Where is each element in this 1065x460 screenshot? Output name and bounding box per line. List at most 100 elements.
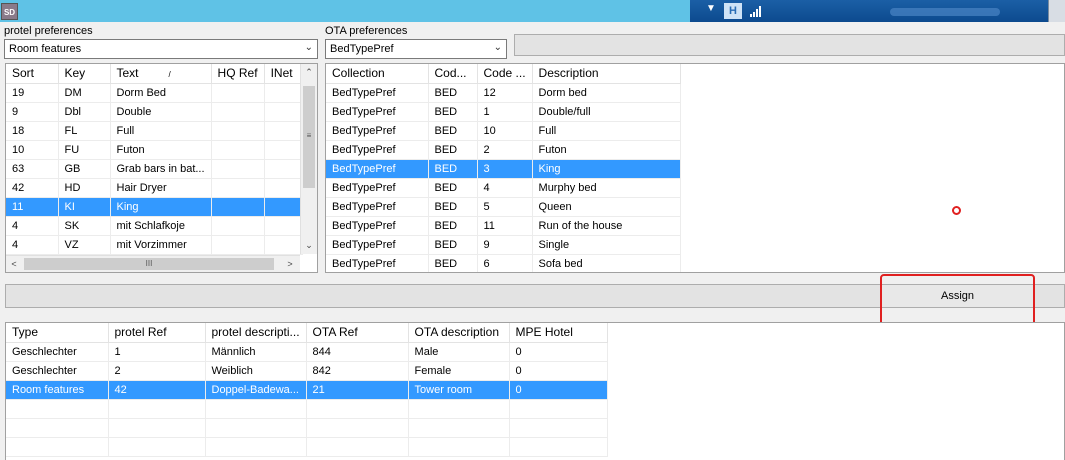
table-cell[interactable]: Doppel-Badewa... — [205, 380, 307, 400]
table-cell[interactable] — [211, 159, 265, 179]
table-row[interactable]: Room features 42 Doppel-Badewa... 21 Tower r… — [6, 380, 608, 400]
show-desktop-button[interactable] — [1048, 0, 1065, 22]
table-cell[interactable]: BedTypePref — [326, 235, 429, 255]
table-cell[interactable]: BedTypePref — [326, 216, 429, 236]
table-row[interactable]: 9 Dbl Double — [6, 102, 303, 122]
protel-grid[interactable]: Sort Key Text / HQ Ref INet 19 DM Dorm Bed 9 Dbl D… — [5, 63, 318, 273]
table-row[interactable]: Geschlechter 1 Männlich 844 Male 0 — [6, 342, 608, 362]
table-row[interactable] — [6, 418, 608, 438]
table-cell[interactable]: 42 — [108, 380, 206, 400]
table-cell[interactable]: Dorm Bed — [110, 83, 212, 103]
table-cell[interactable] — [264, 235, 303, 255]
table-row[interactable] — [6, 437, 608, 457]
table-cell[interactable]: Dbl — [58, 102, 111, 122]
table-cell[interactable]: Murphy bed — [532, 178, 681, 198]
table-cell[interactable]: 9 — [477, 235, 533, 255]
table-cell[interactable]: 9 — [6, 102, 59, 122]
table-cell[interactable]: DM — [58, 83, 111, 103]
table-cell[interactable]: Full — [532, 121, 681, 141]
table-row[interactable]: BedTypePref BED 12 Dorm bed — [326, 83, 681, 103]
table-cell-empty[interactable] — [6, 399, 109, 419]
column-header[interactable]: MPE Hotel — [509, 323, 608, 343]
table-cell[interactable]: Geschlechter — [6, 361, 109, 381]
ota-filter-field[interactable] — [514, 34, 1065, 56]
scroll-right-icon[interactable]: > — [282, 256, 298, 273]
protel-horizontal-scrollbar[interactable]: < III > — [6, 255, 300, 272]
table-cell[interactable]: 42 — [6, 178, 59, 198]
table-cell[interactable]: 11 — [6, 197, 59, 217]
table-cell[interactable]: Double/full — [532, 102, 681, 122]
table-row[interactable]: 19 DM Dorm Bed — [6, 83, 303, 103]
table-cell[interactable]: BedTypePref — [326, 102, 429, 122]
table-cell-empty[interactable] — [205, 418, 307, 438]
table-cell-empty[interactable] — [408, 418, 510, 438]
table-cell[interactable]: 842 — [306, 361, 409, 381]
table-cell[interactable] — [264, 197, 303, 217]
column-header[interactable]: Type — [6, 323, 109, 343]
scroll-thumb[interactable]: ≡ — [303, 86, 315, 188]
table-cell-empty[interactable] — [205, 399, 307, 419]
tray-app-icon[interactable]: H — [724, 3, 742, 19]
table-cell[interactable]: BED — [428, 178, 478, 198]
column-header[interactable]: Code ... — [477, 64, 533, 84]
column-header[interactable]: OTA description — [408, 323, 510, 343]
table-row[interactable] — [6, 399, 608, 419]
table-cell[interactable]: BED — [428, 102, 478, 122]
table-cell[interactable]: GB — [58, 159, 111, 179]
app-icon[interactable]: SD — [1, 3, 18, 20]
table-cell[interactable]: Männlich — [205, 342, 307, 362]
table-cell[interactable]: 11 — [477, 216, 533, 236]
scroll-up-icon[interactable]: ⌃ — [301, 64, 317, 81]
table-cell[interactable]: BedTypePref — [326, 178, 429, 198]
table-cell[interactable] — [211, 121, 265, 141]
table-cell[interactable]: BedTypePref — [326, 121, 429, 141]
table-cell[interactable]: BED — [428, 216, 478, 236]
table-cell[interactable]: 18 — [6, 121, 59, 141]
table-cell[interactable] — [211, 197, 265, 217]
table-cell[interactable] — [211, 140, 265, 160]
table-cell[interactable]: 0 — [509, 342, 608, 362]
table-cell[interactable]: FL — [58, 121, 111, 141]
table-cell[interactable]: KI — [58, 197, 111, 217]
table-cell-empty[interactable] — [108, 399, 206, 419]
table-row[interactable]: BedTypePref BED 10 Full — [326, 121, 681, 141]
chevron-down-icon[interactable]: ⌄ — [494, 42, 502, 53]
column-header[interactable]: protel Ref — [108, 323, 206, 343]
table-row[interactable]: 4 SK mit Schlafkoje — [6, 216, 303, 236]
table-cell[interactable]: Grab bars in bat... — [110, 159, 212, 179]
table-cell[interactable]: 0 — [509, 361, 608, 381]
table-cell[interactable]: mit Schlafkoje — [110, 216, 212, 236]
table-cell[interactable]: 10 — [477, 121, 533, 141]
table-cell[interactable]: Futon — [532, 140, 681, 160]
table-row[interactable]: 63 GB Grab bars in bat... — [6, 159, 303, 179]
signal-icon[interactable] — [750, 5, 762, 17]
column-header[interactable]: INet — [264, 64, 303, 84]
table-cell[interactable]: BED — [428, 197, 478, 217]
table-cell[interactable]: Tower room — [408, 380, 510, 400]
table-cell[interactable]: BED — [428, 140, 478, 160]
table-row[interactable]: BedTypePref BED 11 Run of the house — [326, 216, 681, 236]
table-cell[interactable] — [211, 83, 265, 103]
column-header[interactable]: Key — [58, 64, 111, 84]
table-row[interactable]: Geschlechter 2 Weiblich 842 Female 0 — [6, 361, 608, 381]
table-cell[interactable]: Room features — [6, 380, 109, 400]
table-cell[interactable]: Hair Dryer — [110, 178, 212, 198]
column-header[interactable]: protel descripti... — [205, 323, 307, 343]
table-cell[interactable]: BED — [428, 254, 478, 272]
table-cell[interactable]: BedTypePref — [326, 159, 429, 179]
column-header[interactable]: Sort — [6, 64, 59, 84]
table-cell[interactable]: King — [532, 159, 681, 179]
table-cell[interactable]: 1 — [108, 342, 206, 362]
table-row[interactable]: BedTypePref BED 6 Sofa bed — [326, 254, 681, 272]
column-header[interactable]: Description — [532, 64, 681, 84]
table-cell[interactable]: King — [110, 197, 212, 217]
table-cell[interactable]: 6 — [477, 254, 533, 272]
scroll-thumb-horizontal[interactable]: III — [24, 258, 274, 270]
table-row[interactable]: 18 FL Full — [6, 121, 303, 141]
tray-overflow-icon[interactable]: ▼ — [706, 3, 716, 14]
table-cell[interactable]: HD — [58, 178, 111, 198]
table-cell[interactable]: Weiblich — [205, 361, 307, 381]
column-header[interactable]: OTA Ref — [306, 323, 409, 343]
chevron-down-icon[interactable]: ⌄ — [305, 42, 313, 53]
table-cell[interactable] — [264, 216, 303, 236]
